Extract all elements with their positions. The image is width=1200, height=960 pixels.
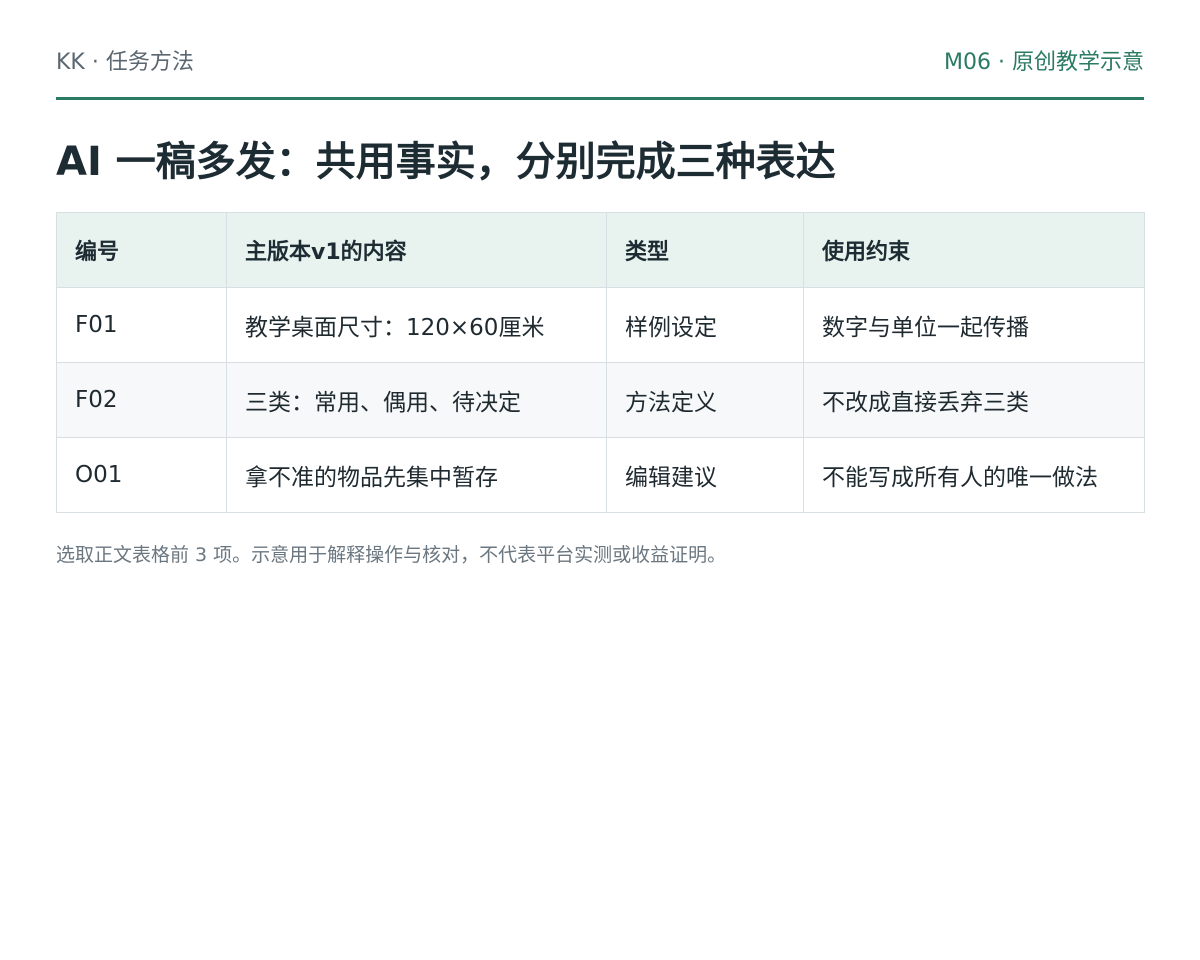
table-cell-constraint: 数字与单位一起传播 xyxy=(803,287,1145,363)
table-header-row: 编号 主版本v1的内容 类型 使用约束 xyxy=(56,212,1145,288)
table-row: F01 教学桌面尺寸：120×60厘米 样例设定 数字与单位一起传播 xyxy=(56,287,1145,363)
table-cell-content: 三类：常用、偶用、待决定 xyxy=(226,362,607,438)
column-header-type: 类型 xyxy=(606,212,804,288)
table-row: O01 拿不准的物品先集中暂存 编辑建议 不能写成所有人的唯一做法 xyxy=(56,437,1145,513)
header-course-label: KK · 任务方法 xyxy=(56,50,194,75)
table-row: F02 三类：常用、偶用、待决定 方法定义 不改成直接丢弃三类 xyxy=(56,362,1145,438)
column-header-content: 主版本v1的内容 xyxy=(226,212,607,288)
column-header-id: 编号 xyxy=(56,212,227,288)
table-cell-id: F02 xyxy=(56,362,227,438)
table-cell-id: F01 xyxy=(56,287,227,363)
table-cell-content: 教学桌面尺寸：120×60厘米 xyxy=(226,287,607,363)
table-cell-constraint: 不改成直接丢弃三类 xyxy=(803,362,1145,438)
table-cell-type: 方法定义 xyxy=(606,362,804,438)
table-cell-constraint: 不能写成所有人的唯一做法 xyxy=(803,437,1145,513)
table-cell-type: 样例设定 xyxy=(606,287,804,363)
footnote: 选取正文表格前 3 项。示意用于解释操作与核对，不代表平台实测或收益证明。 xyxy=(56,544,727,566)
document-page: KK · 任务方法 M06 · 原创教学示意 AI 一稿多发：共用事实，分别完成… xyxy=(56,0,1145,569)
table-cell-type: 编辑建议 xyxy=(606,437,804,513)
column-header-constraint: 使用约束 xyxy=(803,212,1145,288)
header-module-label: M06 · 原创教学示意 xyxy=(944,50,1144,75)
table-cell-id: O01 xyxy=(56,437,227,513)
page-header: KK · 任务方法 M06 · 原创教学示意 xyxy=(56,0,1144,100)
table-cell-content: 拿不准的物品先集中暂存 xyxy=(226,437,607,513)
page-title: AI 一稿多发：共用事实，分别完成三种表达 xyxy=(56,139,836,185)
facts-table: 编号 主版本v1的内容 类型 使用约束 F01 教学桌面尺寸：120×60厘米 … xyxy=(56,212,1145,513)
